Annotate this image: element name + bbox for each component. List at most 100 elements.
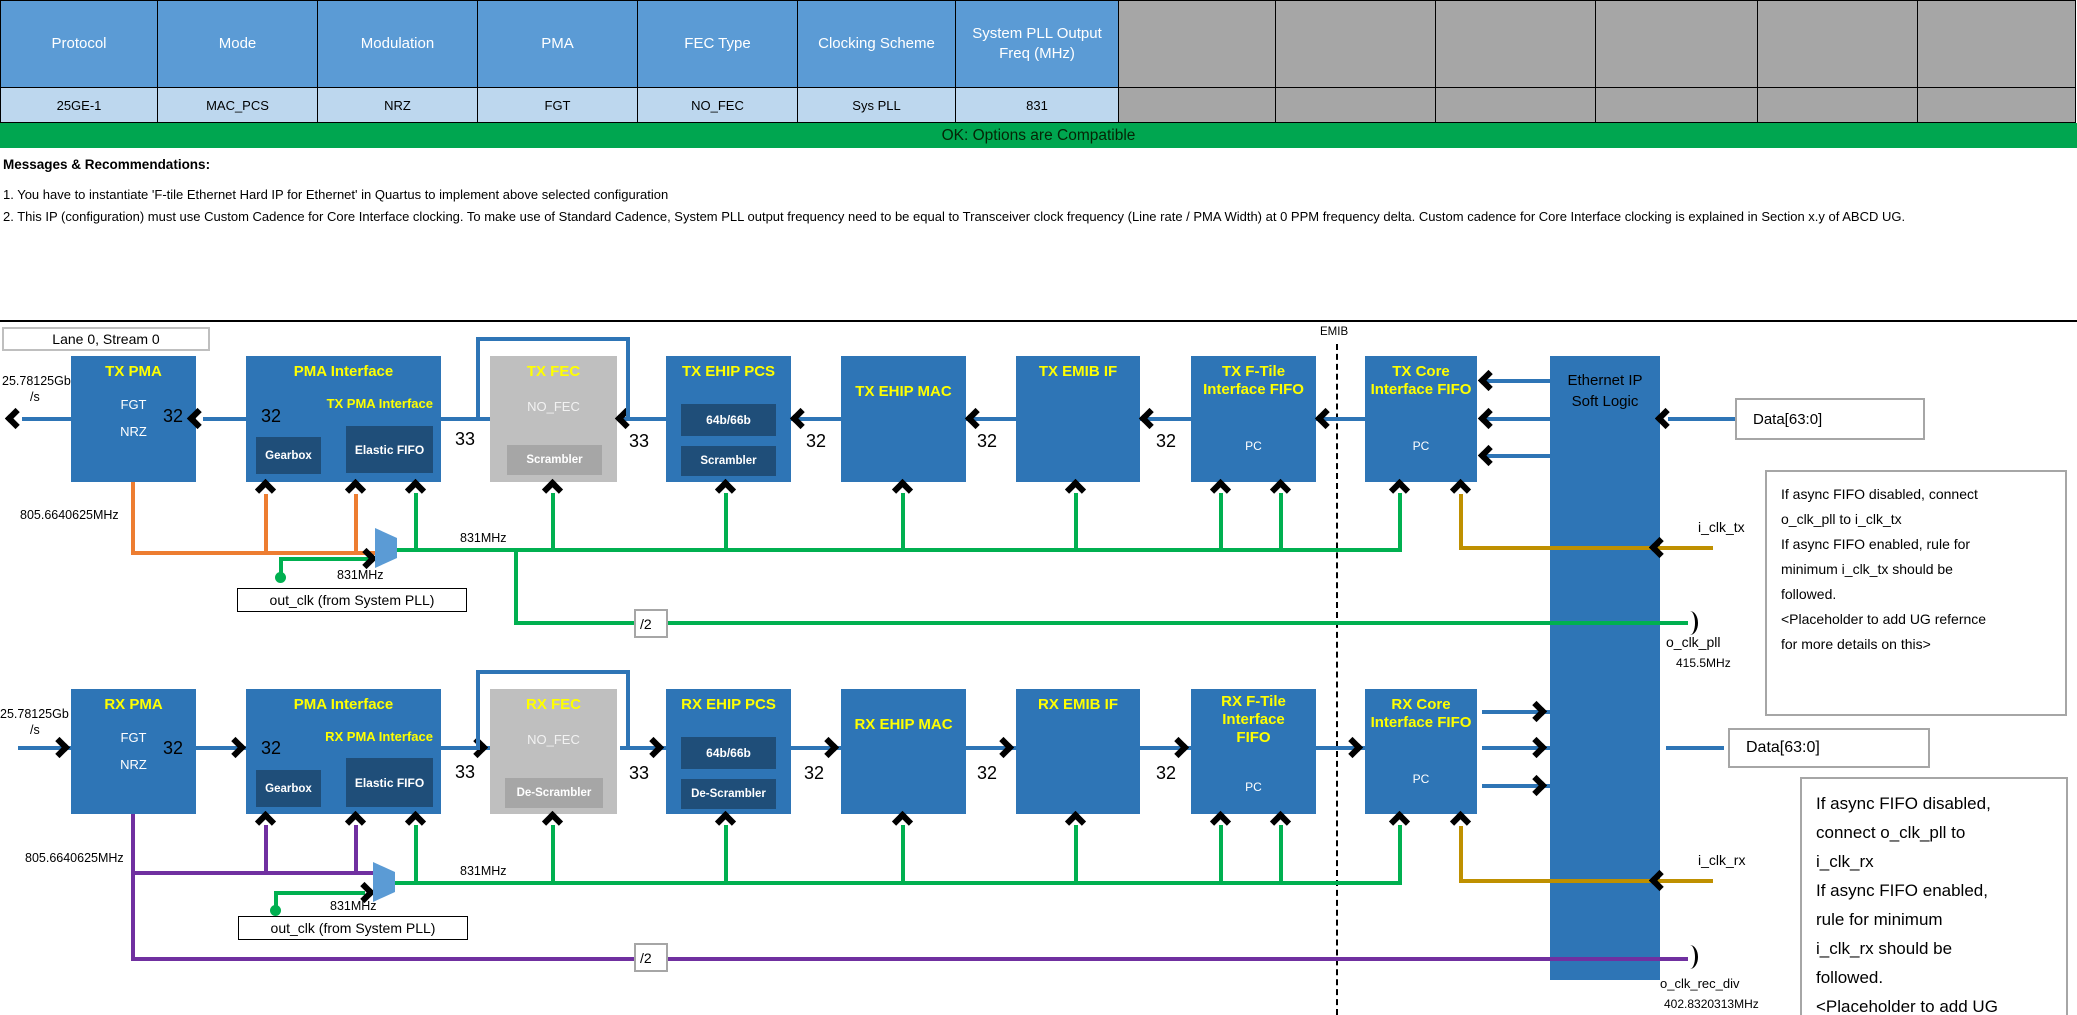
arrow-right-icon bbox=[818, 737, 839, 758]
arrow-up-icon bbox=[892, 811, 913, 832]
tx-pma-title: TX PMA bbox=[71, 356, 196, 381]
bus-width: 32 bbox=[1156, 763, 1176, 784]
f-tile-ethernet-config-sheet: Protocol Mode Modulation PMA FEC Type Cl… bbox=[0, 0, 2077, 1015]
rx-emib-if-block: RX EMIB IF bbox=[1016, 689, 1140, 814]
tx-ftile-fifo-pc: PC bbox=[1191, 439, 1316, 453]
arrow-out-icon bbox=[1682, 945, 1698, 969]
pma-value-cell[interactable]: FGT bbox=[478, 88, 638, 123]
col-header-empty bbox=[1276, 0, 1436, 88]
tx-831mhz-branch bbox=[901, 493, 905, 550]
col-header-system-pll: System PLL Output Freq (MHz) bbox=[956, 0, 1119, 88]
rx-emib-if-title: RX EMIB IF bbox=[1016, 689, 1140, 714]
arrow-up-icon bbox=[1065, 811, 1086, 832]
bus-width: 32 bbox=[163, 738, 183, 759]
tx-831mhz-branch bbox=[1279, 493, 1283, 550]
arrow-left-icon bbox=[790, 408, 811, 429]
rx-core-fifo-pc: PC bbox=[1365, 772, 1477, 786]
rx-pma-clock-branch bbox=[264, 825, 268, 875]
tx-831mhz-clock-line bbox=[397, 548, 1402, 552]
tx-gearbox-subblock: Gearbox bbox=[256, 437, 321, 474]
col-header-empty bbox=[1758, 0, 1918, 88]
tx-mux-in-freq: 831MHz bbox=[337, 568, 384, 582]
arrow-up-icon bbox=[1210, 811, 1231, 832]
empty-value-cell bbox=[1758, 88, 1918, 123]
rx-pma-nrz: NRZ bbox=[71, 757, 196, 772]
o-clk-rec-div-label: o_clk_rec_div bbox=[1660, 976, 1740, 991]
bus-width: 32 bbox=[804, 763, 824, 784]
tx-ehip-pcs-title: TX EHIP PCS bbox=[666, 356, 791, 381]
arrow-right-icon bbox=[1526, 775, 1547, 796]
tx-ftile-fifo-title: TX F-Tile Interface FIFO bbox=[1191, 356, 1316, 399]
tx-emib-if-block: TX EMIB IF bbox=[1016, 356, 1140, 482]
rx-core-fifo-title: RX Core Interface FIFO bbox=[1365, 689, 1477, 732]
emib-boundary-dashed-line bbox=[1336, 344, 1338, 1015]
rx-831mhz-clock-line bbox=[395, 881, 1402, 885]
rx-831mhz-branch bbox=[1398, 825, 1402, 881]
ethernet-ip-soft-logic-block: Ethernet IP Soft Logic bbox=[1550, 356, 1660, 980]
fec-type-value-cell[interactable]: NO_FEC bbox=[638, 88, 798, 123]
rx-ehip-mac-block: RX EHIP MAC bbox=[841, 689, 966, 814]
bus-width: 32 bbox=[1156, 431, 1176, 452]
tx-pma-interface-title: PMA Interface bbox=[246, 356, 441, 381]
rx-64b66b-subblock: 64b/66b bbox=[681, 737, 776, 769]
arrow-up-icon bbox=[1270, 811, 1291, 832]
rx-elastic-fifo-subblock: Elastic FIFO bbox=[346, 758, 433, 807]
bus-width: 33 bbox=[455, 762, 475, 783]
empty-value-cell bbox=[1119, 88, 1276, 123]
arrow-right-icon bbox=[49, 737, 70, 758]
tx-fec-block: TX FEC NO_FEC Scrambler bbox=[490, 356, 617, 482]
i-clk-tx-line bbox=[1459, 546, 1713, 550]
o-clk-pll-line bbox=[514, 621, 1688, 625]
col-header-protocol: Protocol bbox=[0, 0, 158, 88]
mode-value-cell[interactable]: MAC_PCS bbox=[158, 88, 318, 123]
tx-pma-clock-branch bbox=[354, 494, 358, 551]
messages-heading: Messages & Recommendations: bbox=[3, 157, 210, 172]
arrow-left-icon bbox=[1478, 445, 1499, 466]
protocol-value-cell[interactable]: 25GE-1 bbox=[0, 88, 158, 123]
arrow-up-icon bbox=[255, 811, 276, 832]
empty-value-cell bbox=[1436, 88, 1596, 123]
tx-831mhz-branch bbox=[1398, 493, 1402, 550]
rx-831mhz-branch bbox=[1279, 825, 1283, 881]
tx-async-fifo-note: If async FIFO disabled, connect o_clk_pl… bbox=[1765, 470, 2067, 716]
tx-elastic-fifo-subblock: Elastic FIFO bbox=[346, 426, 433, 473]
tx-pma-clock-branch bbox=[264, 494, 268, 551]
bus-width: 33 bbox=[629, 763, 649, 784]
tx-line-rate-unit: /s bbox=[30, 390, 40, 404]
bus-width: 32 bbox=[806, 431, 826, 452]
rx-831mhz-branch bbox=[551, 825, 555, 881]
arrow-out-icon bbox=[1682, 611, 1698, 635]
rx-831mhz-branch bbox=[901, 825, 905, 881]
tx-data-port-box: Data[63:0] bbox=[1735, 398, 1925, 440]
o-clk-rec-div-line bbox=[131, 957, 1688, 961]
tx-emib-if-title: TX EMIB IF bbox=[1016, 356, 1140, 381]
tx-ehip-pcs-block: TX EHIP PCS 64b/66b Scrambler bbox=[666, 356, 791, 482]
rx-divide-by-2-box: /2 bbox=[634, 943, 668, 972]
arrow-up-icon bbox=[715, 479, 736, 500]
config-table-header-row: Protocol Mode Modulation PMA FEC Type Cl… bbox=[0, 0, 2077, 88]
rx-sysclk-stub bbox=[274, 891, 365, 895]
arrow-up-icon bbox=[715, 811, 736, 832]
empty-value-cell bbox=[1276, 88, 1436, 123]
rx-line-rate-unit: /s bbox=[30, 723, 40, 737]
i-clk-rx-line bbox=[1459, 879, 1713, 883]
arrow-right-icon bbox=[1168, 737, 1189, 758]
config-table: Protocol Mode Modulation PMA FEC Type Cl… bbox=[0, 0, 2077, 123]
tx-line-rate-label: 25.78125Gb bbox=[2, 374, 71, 388]
config-table-value-row: 25GE-1 MAC_PCS NRZ FGT NO_FEC Sys PLL 83… bbox=[0, 88, 2077, 123]
tx-pma-clock-line bbox=[131, 551, 378, 555]
arrow-right-icon bbox=[993, 737, 1014, 758]
i-clk-rx-label: i_clk_rx bbox=[1698, 852, 1745, 868]
clocking-scheme-value-cell[interactable]: Sys PLL bbox=[798, 88, 956, 123]
tx-831mhz-branch bbox=[1074, 493, 1078, 550]
bus-width: 32 bbox=[261, 406, 281, 427]
system-pll-value-cell[interactable]: 831 bbox=[956, 88, 1119, 123]
i-clk-rx-line bbox=[1459, 826, 1463, 881]
o-clk-pll-label: o_clk_pll bbox=[1666, 634, 1720, 650]
tx-831mhz-branch bbox=[551, 493, 555, 550]
i-clk-tx-label: i_clk_tx bbox=[1698, 519, 1745, 535]
rx-fec-block: RX FEC NO_FEC De-Scrambler bbox=[490, 689, 617, 814]
modulation-value-cell[interactable]: NRZ bbox=[318, 88, 478, 123]
col-header-clocking-scheme: Clocking Scheme bbox=[798, 0, 956, 88]
rx-pma-interface-title: PMA Interface bbox=[246, 689, 441, 714]
